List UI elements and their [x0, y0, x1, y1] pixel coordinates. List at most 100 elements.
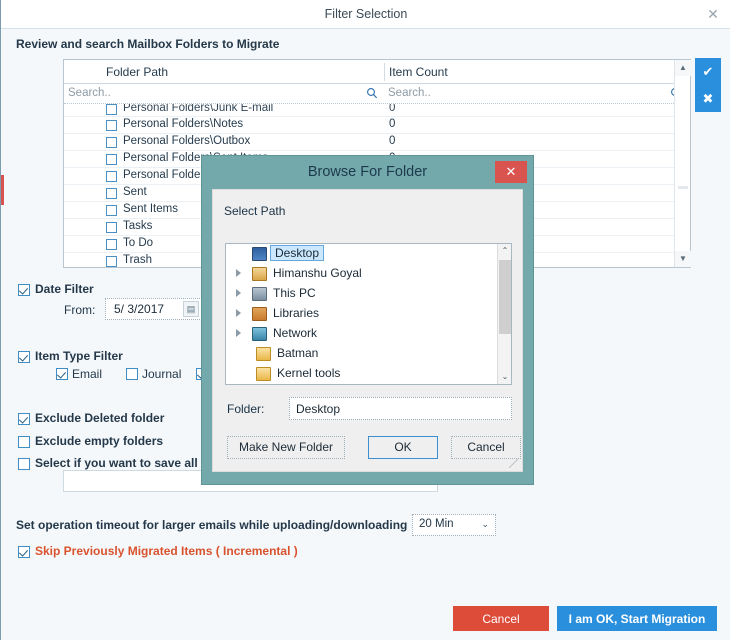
- row-checkbox[interactable]: [106, 188, 117, 199]
- item-type-filter-checkbox[interactable]: [18, 351, 30, 363]
- scrollbar-thumb[interactable]: [678, 186, 688, 189]
- tree-item-kernel-tools[interactable]: Kernel tools: [226, 364, 511, 384]
- column-divider: [384, 63, 385, 81]
- row-item-count: 0: [389, 135, 396, 147]
- date-from-label: From:: [64, 303, 96, 317]
- select-path-label: Select Path: [224, 204, 286, 218]
- table-row[interactable]: Personal Folders\Notes 0: [64, 117, 690, 134]
- computer-icon: [252, 287, 267, 301]
- column-header-item-count[interactable]: Item Count: [389, 65, 448, 79]
- date-filter-checkbox[interactable]: [18, 284, 30, 296]
- tree-item-label: Himanshu Goyal: [273, 266, 362, 280]
- row-folder-path: Trash: [123, 254, 152, 266]
- row-folder-path: Tasks: [123, 220, 153, 232]
- cross-icon: ✖: [702, 91, 714, 106]
- email-checkbox[interactable]: [56, 368, 68, 380]
- close-icon[interactable]: ✕: [495, 161, 527, 183]
- left-accent-stripe: [1, 175, 4, 205]
- grid-header: Folder Path Item Count: [64, 60, 690, 84]
- row-folder-path: Personal Folders\Notes: [123, 118, 244, 130]
- exclude-empty-checkbox[interactable]: [18, 436, 30, 448]
- tree-item-desktop[interactable]: Desktop: [226, 244, 511, 264]
- date-filter-label: Date Filter: [35, 282, 94, 296]
- start-migration-button[interactable]: I am OK, Start Migration: [557, 606, 717, 631]
- select-all-button[interactable]: ✔: [695, 58, 721, 85]
- item-type-filter-label: Item Type Filter: [35, 349, 123, 363]
- tree-item-label: Batman: [277, 346, 319, 360]
- table-row[interactable]: Personal Folders\Outbox 0: [64, 134, 690, 151]
- grid-side-buttons: ✔ ✖: [695, 58, 721, 112]
- search-input-folder-path[interactable]: Search..: [66, 86, 382, 103]
- chevron-right-icon[interactable]: [236, 289, 241, 297]
- date-from-input[interactable]: 5/ 3/2017 ▤: [105, 298, 202, 320]
- journal-checkbox[interactable]: [126, 368, 138, 380]
- search-input-item-count[interactable]: Search..: [386, 86, 686, 103]
- scroll-down-icon[interactable]: ▼: [675, 251, 691, 267]
- deselect-all-button[interactable]: ✖: [695, 85, 721, 112]
- search-placeholder-item-count: Search..: [388, 87, 431, 99]
- tree-item-libraries[interactable]: Libraries: [226, 304, 511, 324]
- tree-item-this-pc[interactable]: This PC: [226, 284, 511, 304]
- folder-path-value: Desktop: [296, 402, 341, 416]
- row-item-count: 0: [389, 104, 396, 114]
- row-checkbox[interactable]: [106, 205, 117, 216]
- email-label: Email: [72, 367, 103, 381]
- row-folder-path: Personal Folders\Junk E-mail: [123, 104, 274, 114]
- chevron-right-icon[interactable]: [236, 269, 241, 277]
- row-checkbox[interactable]: [106, 137, 117, 148]
- tree-item-label: Desktop: [270, 245, 325, 261]
- tree-item-network[interactable]: Network: [226, 324, 511, 344]
- filter-selection-window: Filter Selection ✕ Review and search Mai…: [0, 0, 730, 640]
- tree-item-label: Kernel tools: [277, 366, 341, 380]
- row-checkbox[interactable]: [106, 256, 117, 267]
- save-all-data-checkbox[interactable]: [18, 458, 30, 470]
- chevron-right-icon[interactable]: [236, 329, 241, 337]
- scroll-up-icon[interactable]: ▲: [675, 60, 691, 76]
- user-icon: [252, 267, 267, 281]
- tree-item-label: Libraries: [273, 306, 320, 320]
- row-folder-path: To Do: [123, 237, 154, 249]
- tree-item-batman[interactable]: Batman: [226, 344, 511, 364]
- timeout-label: Set operation timeout for larger emails …: [16, 518, 408, 532]
- calendar-icon[interactable]: ▤: [183, 301, 199, 317]
- close-icon[interactable]: ✕: [705, 6, 721, 22]
- row-folder-path: Personal Folders\Outbox: [123, 135, 251, 147]
- magnifier-icon: [367, 88, 378, 99]
- row-folder-path: Sent: [123, 186, 147, 198]
- grid-search-row: Search.. Search..: [64, 84, 690, 104]
- browse-cancel-button[interactable]: Cancel: [451, 436, 521, 459]
- ok-button[interactable]: OK: [368, 436, 438, 459]
- resize-grip[interactable]: [509, 459, 518, 468]
- tree-item-label: This PC: [273, 286, 316, 300]
- folder-field-label: Folder:: [227, 402, 265, 416]
- timeout-dropdown[interactable]: 20 Min ⌄: [412, 514, 496, 536]
- browse-dialog-body: Select Path Desktop Himanshu Goyal This …: [212, 189, 523, 472]
- chevron-right-icon[interactable]: [236, 309, 241, 317]
- column-header-folder-path[interactable]: Folder Path: [106, 65, 168, 79]
- tree-item-himanshu-goyal[interactable]: Himanshu Goyal: [226, 264, 511, 284]
- scroll-down-icon[interactable]: ⌄: [498, 370, 511, 384]
- browse-dialog-title: Browse For Folder: [307, 164, 428, 180]
- row-checkbox[interactable]: [106, 222, 117, 233]
- row-item-count: 0: [389, 118, 396, 130]
- scrollbar-thumb[interactable]: [499, 260, 511, 334]
- make-new-folder-button[interactable]: Make New Folder: [227, 436, 345, 459]
- save-all-data-label: Select if you want to save all dat: [35, 456, 220, 470]
- row-checkbox[interactable]: [106, 104, 117, 115]
- grid-scrollbar[interactable]: ▲ ▼: [674, 60, 691, 267]
- folder-icon: [256, 367, 271, 381]
- exclude-deleted-checkbox[interactable]: [18, 413, 30, 425]
- window-titlebar: Filter Selection ✕: [1, 0, 730, 29]
- timeout-value: 20 Min: [419, 518, 454, 530]
- row-checkbox[interactable]: [106, 171, 117, 182]
- row-checkbox[interactable]: [106, 120, 117, 131]
- tree-scrollbar[interactable]: ⌃ ⌄: [497, 244, 511, 384]
- table-row[interactable]: Personal Folders\Junk E-mail 0: [64, 104, 690, 117]
- folder-path-input[interactable]: Desktop: [289, 397, 512, 420]
- cancel-button[interactable]: Cancel: [453, 606, 549, 631]
- folder-tree[interactable]: Desktop Himanshu Goyal This PC Libraries: [225, 243, 512, 385]
- skip-migrated-checkbox[interactable]: [18, 546, 30, 558]
- row-checkbox[interactable]: [106, 239, 117, 250]
- scroll-up-icon[interactable]: ⌃: [498, 244, 511, 258]
- row-checkbox[interactable]: [106, 154, 117, 165]
